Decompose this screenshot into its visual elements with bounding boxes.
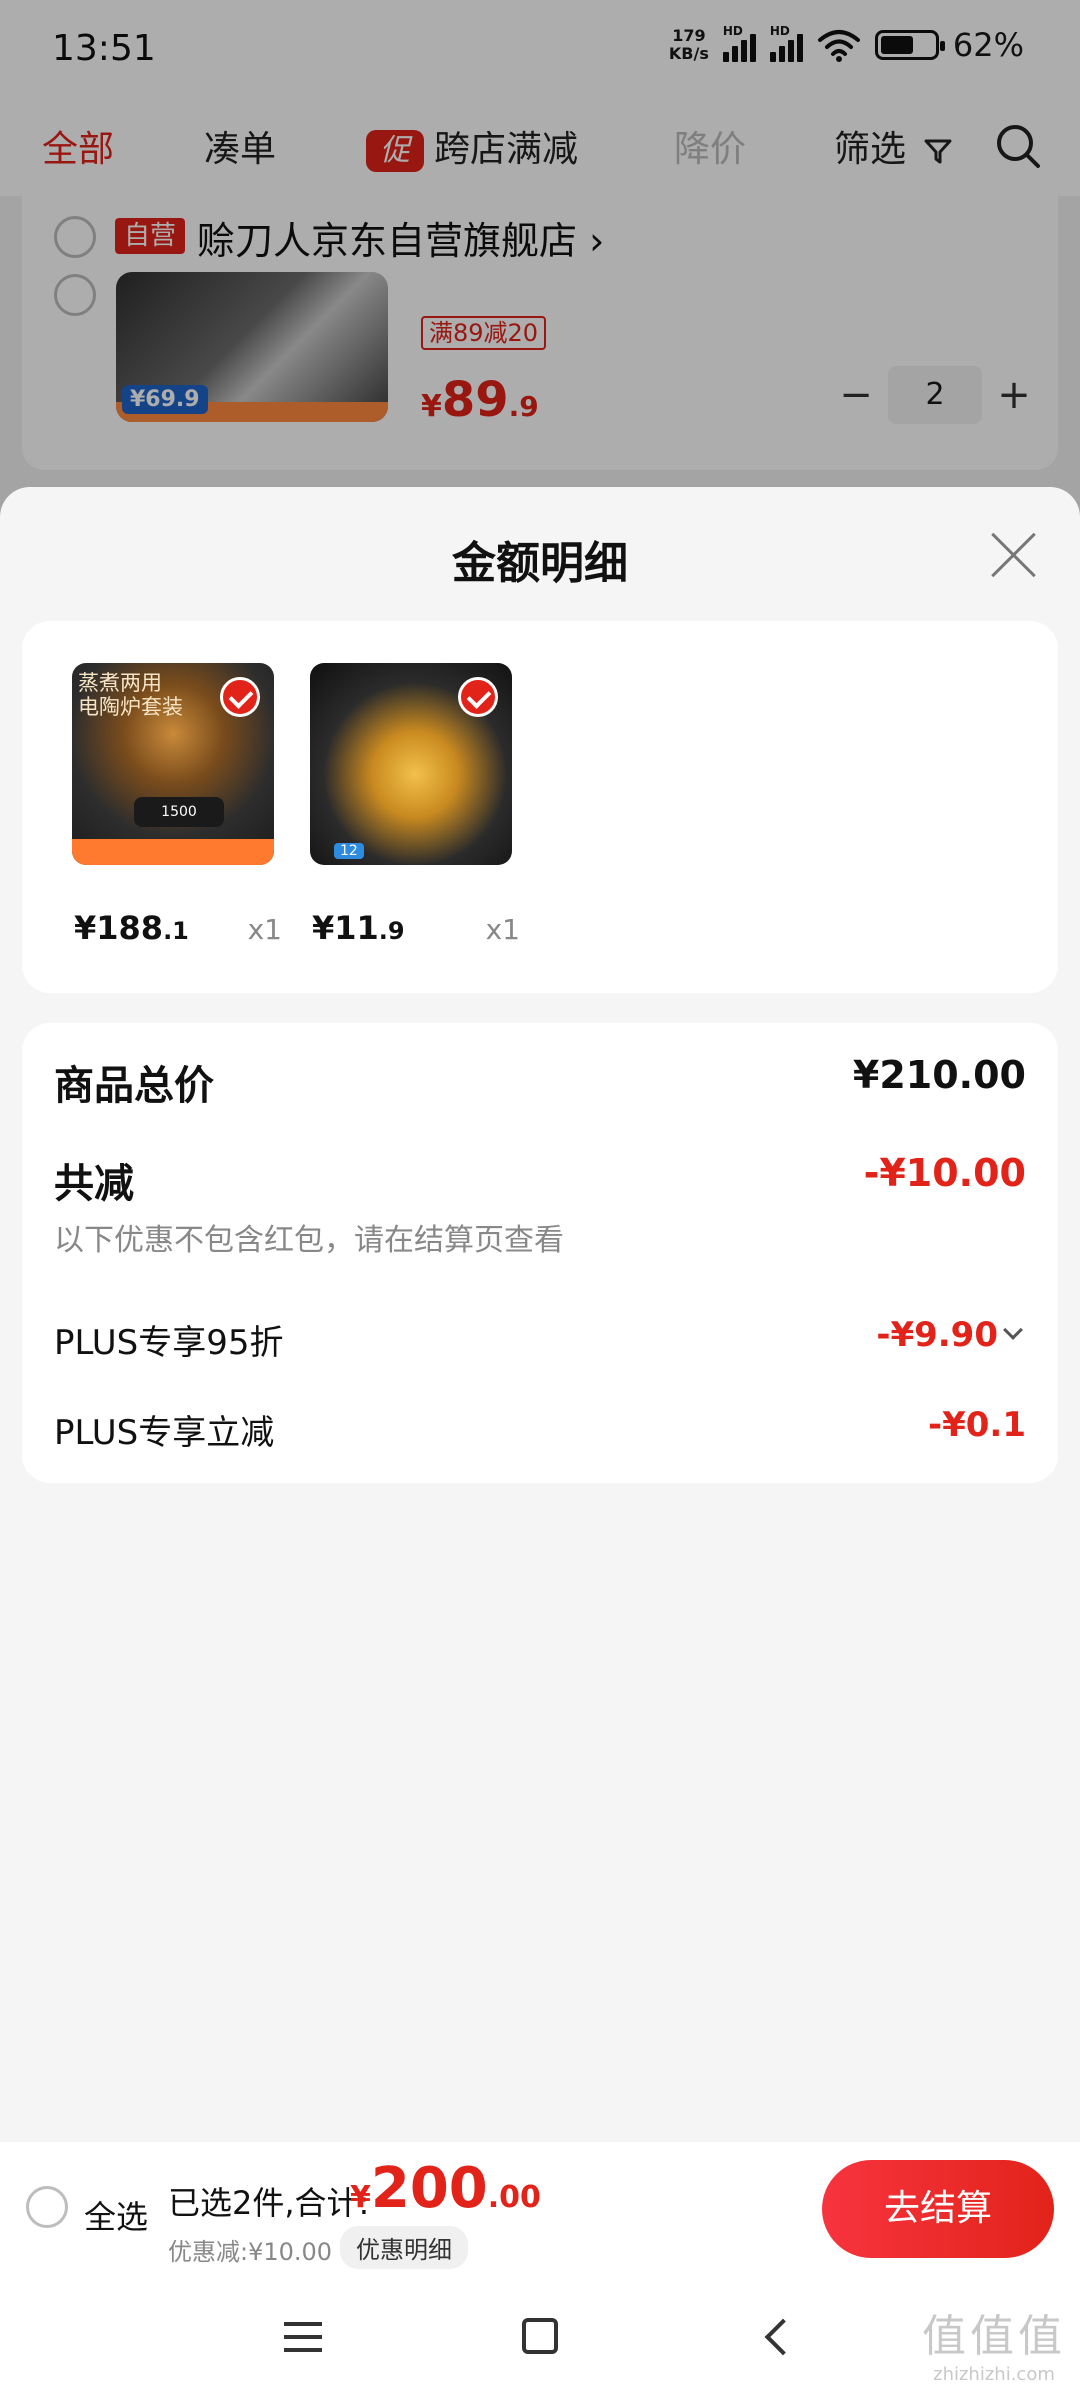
- thumbnail-promo-strip: [72, 839, 274, 865]
- plus-discount-value[interactable]: -¥9.90: [876, 1315, 998, 1355]
- watermark: 值值值 zhizhizhi.com: [922, 2300, 1066, 2385]
- total-decimal: .00: [487, 2180, 541, 2215]
- price-decimal: .1: [163, 917, 189, 945]
- plus-discount-label: PLUS专享95折: [54, 1323, 284, 1363]
- system-nav-bar: 值值值 zhizhizhi.com: [0, 2272, 1080, 2400]
- select-all-label[interactable]: 全选: [84, 2192, 148, 2238]
- close-icon[interactable]: [988, 529, 1038, 579]
- selected-items-card: 蒸煮两用 电陶炉套装 1500 ¥188.1 x1 12 ¥11.9 x1: [22, 621, 1058, 993]
- total-integer: 200: [370, 2156, 488, 2221]
- item-quantity: x1: [247, 913, 282, 946]
- checkmark-icon: [458, 677, 498, 717]
- home-icon[interactable]: [522, 2318, 558, 2354]
- thumbnail-chip: 12: [334, 843, 364, 859]
- item-price: ¥188.1: [74, 909, 189, 947]
- checkout-button[interactable]: 去结算: [822, 2160, 1054, 2258]
- stove-display: 1500: [134, 797, 224, 827]
- teapot-thumbnail: 蒸煮两用 电陶炉套装 1500: [72, 663, 274, 865]
- savings-text: 优惠减:¥10.00: [168, 2238, 333, 2266]
- checkout-total: ¥200.00: [350, 2156, 541, 2221]
- thumbnail-title: 蒸煮两用 电陶炉套装: [78, 671, 183, 719]
- price-symbol: ¥: [74, 909, 97, 947]
- price-summary-card: 商品总价 ¥210.00 共减 -¥10.00 以下优惠不包含红包，请在结算页查…: [22, 1023, 1058, 1483]
- discount-note: 以下优惠不包含红包，请在结算页查看: [54, 1223, 564, 1258]
- sheet-title: 金额明细: [452, 538, 628, 589]
- back-icon[interactable]: [764, 2318, 802, 2356]
- chevron-down-icon[interactable]: [1003, 1320, 1023, 1340]
- price-integer: 188: [96, 909, 164, 947]
- selected-count: 已选2件,合计:: [168, 2184, 370, 2222]
- total-symbol: ¥: [350, 2180, 371, 2215]
- menu-icon[interactable]: [284, 2322, 322, 2352]
- total-price-label: 商品总价: [54, 1063, 214, 1109]
- selected-item[interactable]: 12 ¥11.9 x1: [310, 663, 520, 947]
- plus-reduce-value: -¥0.1: [928, 1405, 1026, 1445]
- item-quantity: x1: [485, 913, 520, 946]
- discount-label: 共减: [54, 1161, 134, 1207]
- total-price-value: ¥210.00: [852, 1053, 1026, 1097]
- checkmark-icon: [220, 677, 260, 717]
- checkout-bar: 全选 已选2件,合计: ¥200.00 优惠减:¥10.00 优惠明细 去结算: [0, 2142, 1080, 2272]
- select-all-radio[interactable]: [26, 2186, 68, 2228]
- selected-item[interactable]: 蒸煮两用 电陶炉套装 1500 ¥188.1 x1: [72, 663, 282, 947]
- amount-detail-sheet: 金额明细 蒸煮两用 电陶炉套装 1500 ¥188.1 x1 12 ¥11.9 …: [0, 487, 1080, 2400]
- price-integer: 11: [334, 909, 379, 947]
- watermark-url: zhizhizhi.com: [933, 2364, 1055, 2385]
- discount-value: -¥10.00: [863, 1151, 1026, 1195]
- price-symbol: ¥: [312, 909, 335, 947]
- drink-glass-thumbnail: 12: [310, 663, 512, 865]
- discount-detail-button[interactable]: 优惠明细: [340, 2226, 468, 2269]
- plus-reduce-label: PLUS专享立减: [54, 1413, 275, 1453]
- price-decimal: .9: [378, 917, 405, 945]
- watermark-logo: 值值值: [922, 2311, 1066, 2362]
- item-price: ¥11.9: [312, 909, 405, 947]
